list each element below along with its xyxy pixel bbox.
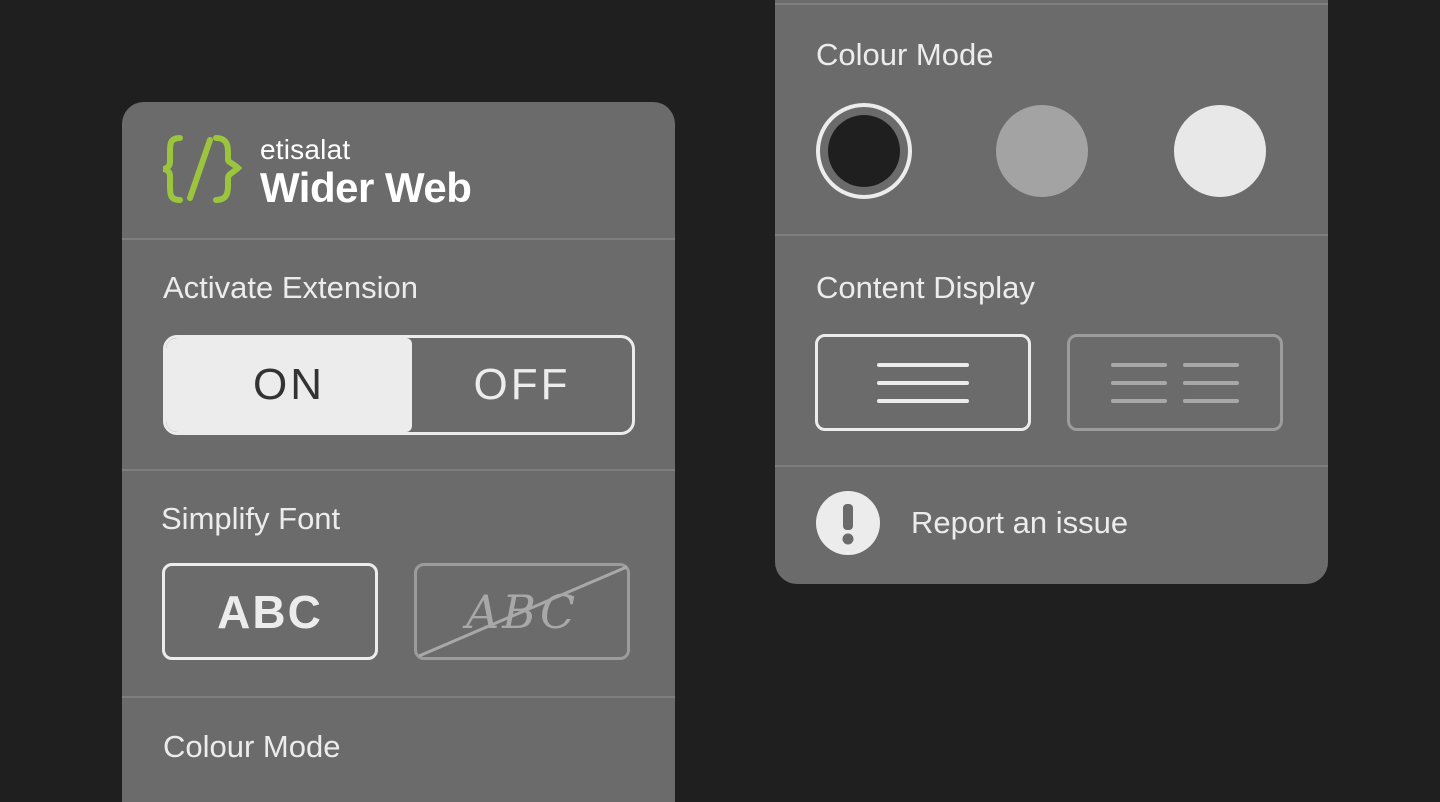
default-font-option[interactable]: ABC xyxy=(414,563,630,660)
single-column-display-option[interactable] xyxy=(815,334,1031,431)
toggle-off-option[interactable]: OFF xyxy=(412,338,632,432)
divider xyxy=(122,696,675,698)
two-column-display-option[interactable] xyxy=(1067,334,1283,431)
single-column-icon xyxy=(877,362,969,403)
colour-mode-light-option[interactable] xyxy=(1174,105,1266,197)
two-column-icon xyxy=(1111,362,1239,403)
wider-web-logo: etisalat Wider Web xyxy=(162,134,522,214)
logo-brackets-icon xyxy=(162,135,243,203)
activate-extension-toggle[interactable]: ON OFF xyxy=(163,335,635,435)
colour-mode-label-left: Colour Mode xyxy=(163,729,341,764)
exclamation-icon[interactable] xyxy=(816,491,880,555)
simple-font-sample: ABC xyxy=(217,585,323,638)
dark-swatch-fill xyxy=(828,115,900,187)
settings-panel-right: Colour Mode Content Display Report an is… xyxy=(775,0,1328,584)
divider xyxy=(122,238,675,240)
report-issue-link[interactable]: Report an issue xyxy=(911,505,1128,541)
colour-mode-dark-option[interactable] xyxy=(816,103,912,199)
colour-mode-grey-option[interactable] xyxy=(996,105,1088,197)
content-display-label: Content Display xyxy=(816,270,1035,305)
divider xyxy=(775,234,1328,236)
brand-title: Wider Web xyxy=(260,164,472,211)
activate-extension-label: Activate Extension xyxy=(163,270,419,305)
simplify-font-label: Simplify Font xyxy=(161,501,341,536)
colour-mode-label: Colour Mode xyxy=(816,37,994,72)
divider xyxy=(122,469,675,471)
simple-font-option[interactable]: ABC xyxy=(162,563,378,660)
settings-panel-left: etisalat Wider Web Activate Extension ON… xyxy=(122,102,675,802)
divider xyxy=(775,3,1328,5)
brand-subtitle: etisalat xyxy=(260,134,351,165)
toggle-on-option[interactable]: ON xyxy=(166,338,412,432)
strikethrough-icon xyxy=(418,566,627,657)
divider xyxy=(775,465,1328,467)
